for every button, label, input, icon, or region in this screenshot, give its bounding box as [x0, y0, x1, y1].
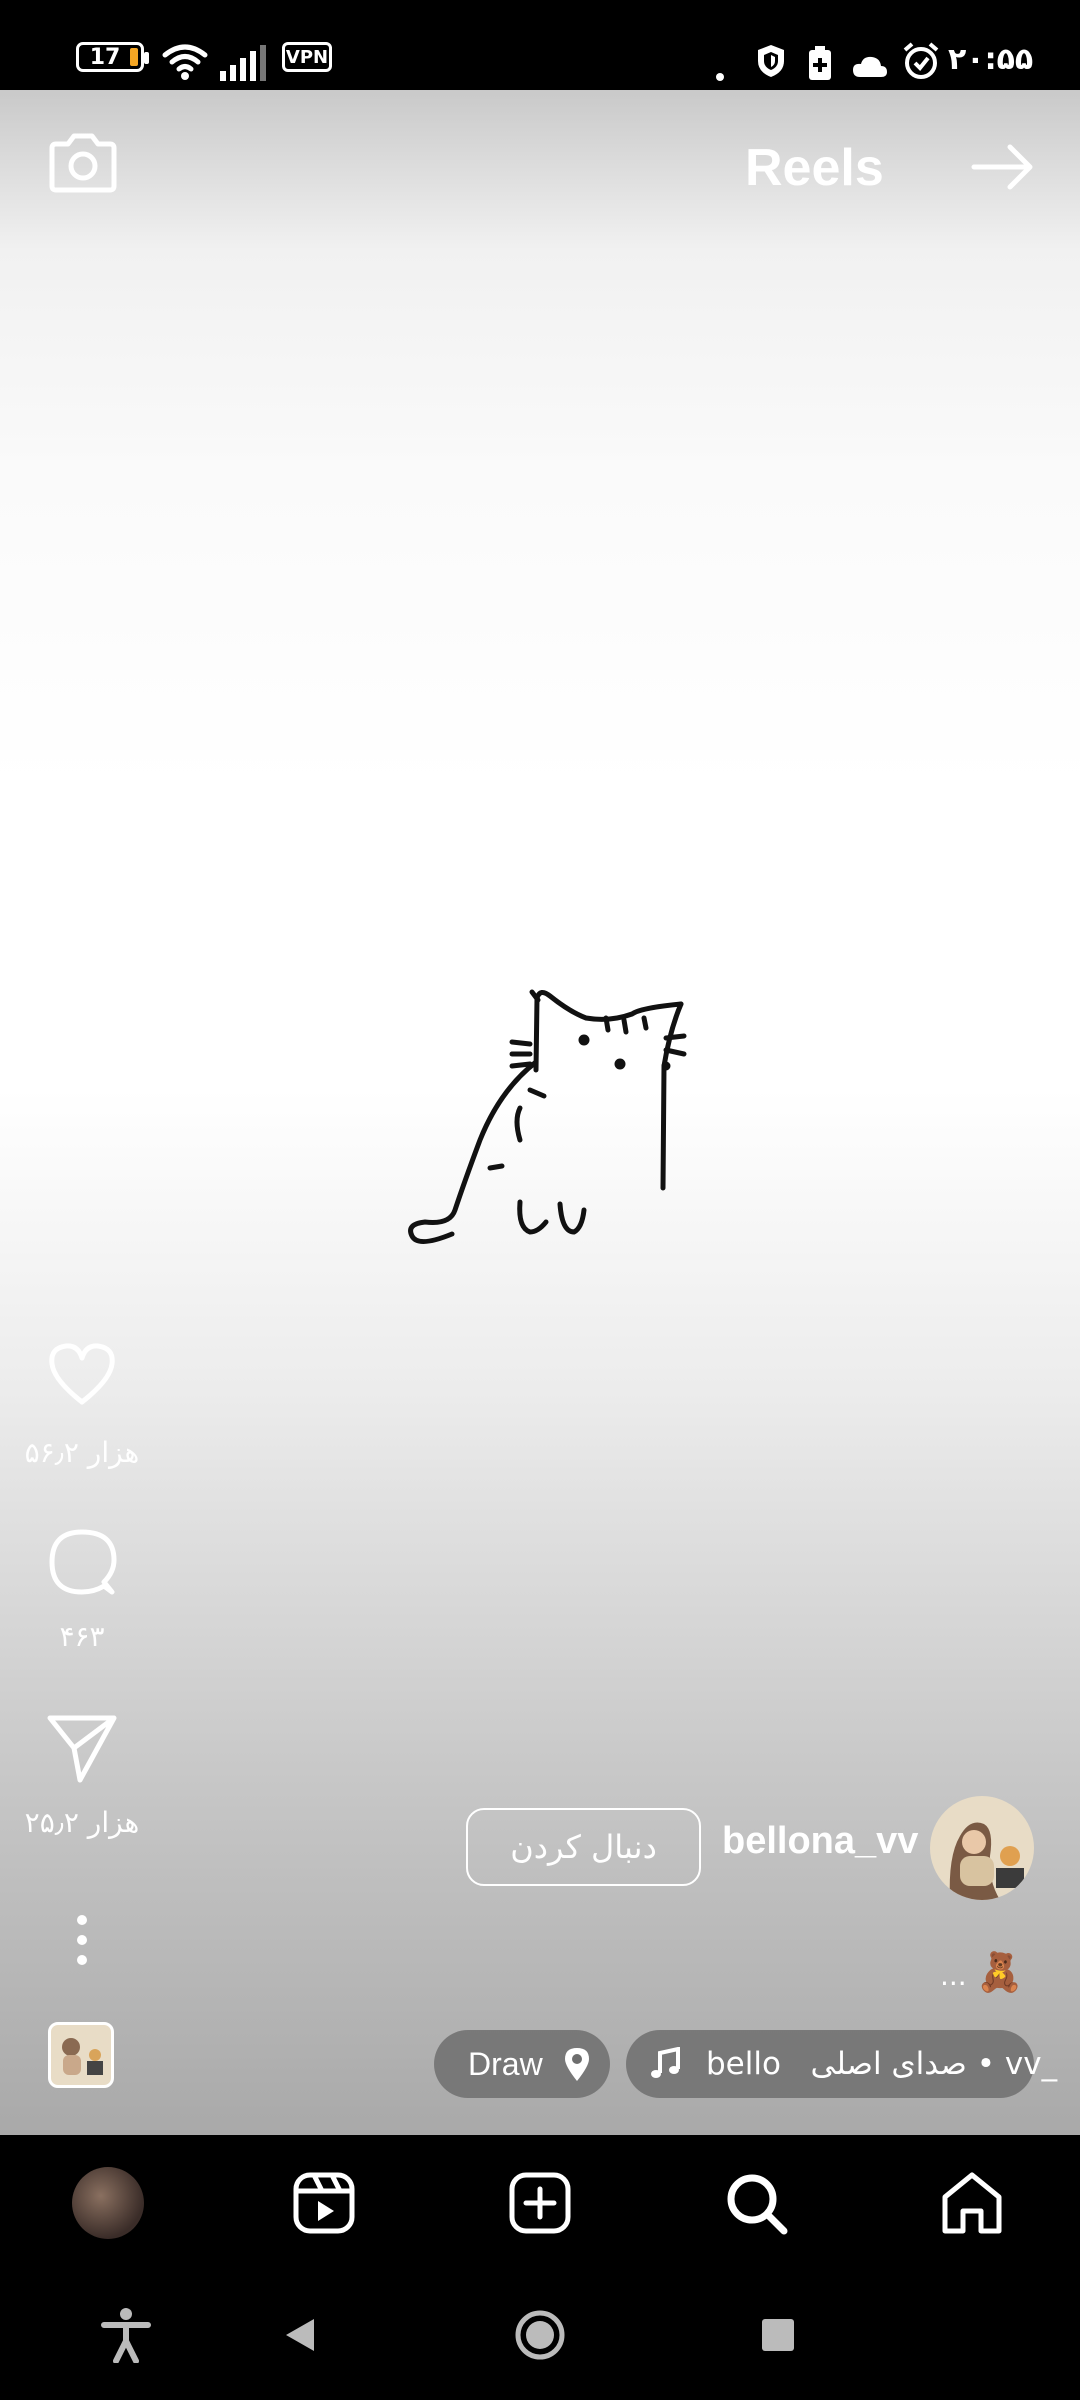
- music-note-icon: [648, 2047, 682, 2081]
- plus-square-icon: [509, 2172, 571, 2233]
- vpn-icon: VPN: [282, 42, 332, 72]
- battery-saver-icon: [808, 40, 832, 86]
- signal-icon: [218, 40, 266, 86]
- audio-thumbnail[interactable]: [48, 2022, 114, 2088]
- reel-viewer[interactable]: Reels ۵۶٫۲ هزار ۴۶۳ ۲۵٫۲ هزار دنبال کردن…: [0, 90, 1080, 2135]
- wifi-icon: [160, 38, 210, 84]
- bottom-nav: [0, 2135, 1080, 2270]
- create-tab[interactable]: [480, 2135, 600, 2270]
- cat-drawing: [400, 970, 700, 1274]
- share-button[interactable]: [46, 1712, 118, 1788]
- home-icon: [942, 2172, 1002, 2233]
- home-circle-icon[interactable]: [480, 2270, 600, 2400]
- alarm-icon: [902, 38, 940, 84]
- accessibility-icon[interactable]: [66, 2270, 186, 2400]
- recents-icon[interactable]: [718, 2270, 838, 2400]
- caption[interactable]: ... 🧸: [940, 1950, 1024, 1995]
- search-tab[interactable]: [696, 2135, 816, 2270]
- more-options-icon[interactable]: [72, 1912, 92, 1972]
- shield-icon: [756, 38, 786, 84]
- search-icon: [727, 2174, 788, 2234]
- status-bar: 17 VPN ۲۰:۵۵: [0, 0, 1080, 90]
- audio-pill[interactable]: bello صدای اصلی • vv_: [626, 2030, 1057, 2098]
- profile-avatar: [72, 2166, 144, 2239]
- back-icon[interactable]: [240, 2270, 360, 2400]
- reels-title: Reels: [745, 139, 884, 197]
- location-pin-icon: [563, 2046, 591, 2082]
- like-count: ۵۶٫۲ هزار: [24, 1436, 140, 1469]
- like-button[interactable]: [46, 1342, 118, 1410]
- time-display: ۲۰:۵۵: [948, 41, 1034, 77]
- reels-icon: [293, 2172, 355, 2233]
- reels-tab[interactable]: [264, 2135, 384, 2270]
- follow-button[interactable]: دنبال کردن: [466, 1808, 701, 1886]
- caption-more: ...: [940, 1959, 967, 1992]
- username[interactable]: bellona_vv: [722, 1820, 918, 1863]
- system-nav: [0, 2270, 1080, 2400]
- comment-count: ۴۶۳: [59, 1620, 105, 1653]
- home-tab[interactable]: [912, 2135, 1032, 2270]
- share-count: ۲۵٫۲ هزار: [24, 1806, 140, 1839]
- profile-tab[interactable]: [48, 2135, 168, 2270]
- cloud-icon: [852, 44, 888, 90]
- comment-button[interactable]: [46, 1526, 118, 1602]
- caption-emoji: 🧸: [976, 1950, 1024, 1994]
- arrow-right-icon[interactable]: [970, 142, 1036, 196]
- location-tag[interactable]: Draw: [434, 2030, 610, 2098]
- camera-icon[interactable]: [48, 130, 118, 198]
- battery-icon: 17: [76, 42, 149, 72]
- avatar[interactable]: [930, 1796, 1034, 1900]
